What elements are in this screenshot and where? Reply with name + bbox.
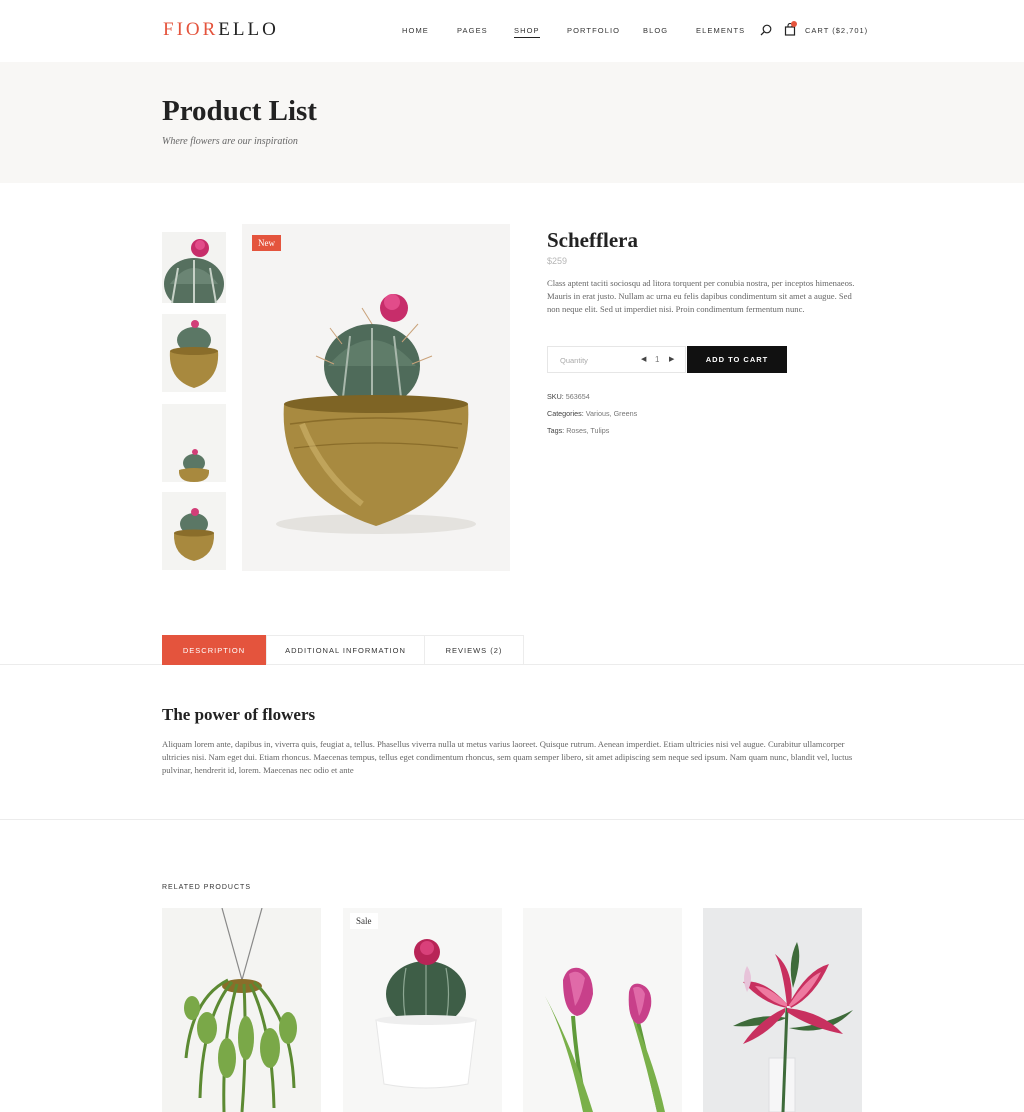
- cart-link[interactable]: CART ($2,701): [805, 26, 868, 35]
- categories-links[interactable]: Various, Greens: [586, 409, 637, 418]
- page-title: Product List: [162, 95, 317, 127]
- product-name: Schefflera: [547, 228, 638, 252]
- related-products-title: RELATED PRODUCTS: [162, 884, 251, 891]
- description-heading: The power of flowers: [162, 705, 316, 724]
- cactus-pot-image: [162, 314, 226, 392]
- nav-portfolio[interactable]: PORTFOLIO: [567, 26, 620, 35]
- main-product-image[interactable]: New: [242, 224, 510, 571]
- related-product-card-2[interactable]: Sale: [343, 908, 502, 1112]
- gallery-thumbnail-4[interactable]: [162, 492, 226, 570]
- cactus-medium-image: [162, 492, 226, 570]
- gallery-thumbnail-2[interactable]: [162, 314, 226, 392]
- lily-image: [703, 908, 862, 1112]
- nav-elements[interactable]: ELEMENTS: [696, 26, 745, 35]
- quantity-value[interactable]: 1: [655, 355, 659, 364]
- description-text: Aliquam lorem ante, dapibus in, viverra …: [162, 739, 853, 775]
- add-to-cart-button[interactable]: ADD TO CART: [687, 346, 787, 373]
- main-nav: HOME PAGES SHOP PORTFOLIO BLOG ELEMENTS: [0, 26, 1024, 38]
- product-categories: Categories: Various, Greens: [547, 409, 638, 418]
- product-description: Class aptent taciti sociosqu ad litora t…: [547, 278, 855, 314]
- cactus-main-image: [242, 224, 510, 571]
- tab-additional-information[interactable]: ADDITIONAL INFORMATION: [266, 635, 425, 665]
- cart-count-dot: [791, 21, 797, 27]
- search-icon[interactable]: [760, 24, 772, 36]
- tab-description[interactable]: DESCRIPTION: [162, 635, 266, 665]
- page-subtitle: Where flowers are our inspiration: [162, 136, 298, 147]
- quantity-placeholder: Quantity: [560, 356, 588, 365]
- related-product-card-1[interactable]: [162, 908, 321, 1112]
- nav-pages[interactable]: PAGES: [457, 26, 488, 35]
- decrease-quantity-icon[interactable]: ◀: [641, 355, 646, 363]
- related-product-card-3[interactable]: [523, 908, 682, 1112]
- new-badge: New: [252, 235, 281, 251]
- product-tags: Tags: Roses, Tulips: [547, 426, 610, 435]
- sale-badge: Sale: [350, 913, 378, 929]
- nav-blog[interactable]: BLOG: [643, 26, 668, 35]
- section-divider: [0, 819, 1024, 820]
- cactus-closeup-image: [162, 232, 226, 303]
- tags-links[interactable]: Roses, Tulips: [566, 426, 609, 435]
- site-header: FIORELLO HOME PAGES SHOP PORTFOLIO BLOG …: [0, 0, 1024, 62]
- nav-shop[interactable]: SHOP: [514, 26, 540, 38]
- tulips-image: [523, 908, 682, 1112]
- quantity-stepper[interactable]: Quantity ◀ 1 ▶: [547, 346, 686, 373]
- nav-home[interactable]: HOME: [402, 26, 429, 35]
- gallery-thumbnail-1[interactable]: [162, 232, 226, 303]
- product-sku: SKU: 563654: [547, 392, 590, 401]
- hanging-plant-image: [162, 908, 321, 1112]
- cactus-white-pot-image: [343, 908, 502, 1112]
- product-price: $259: [547, 256, 568, 266]
- gallery-thumbnail-3[interactable]: [162, 404, 226, 482]
- page-title-band: Product List Where flowers are our inspi…: [0, 62, 1024, 183]
- increase-quantity-icon[interactable]: ▶: [669, 355, 674, 363]
- related-product-card-4[interactable]: [703, 908, 862, 1112]
- tab-reviews[interactable]: REVIEWS (2): [424, 635, 524, 665]
- cactus-small-image: [162, 404, 226, 482]
